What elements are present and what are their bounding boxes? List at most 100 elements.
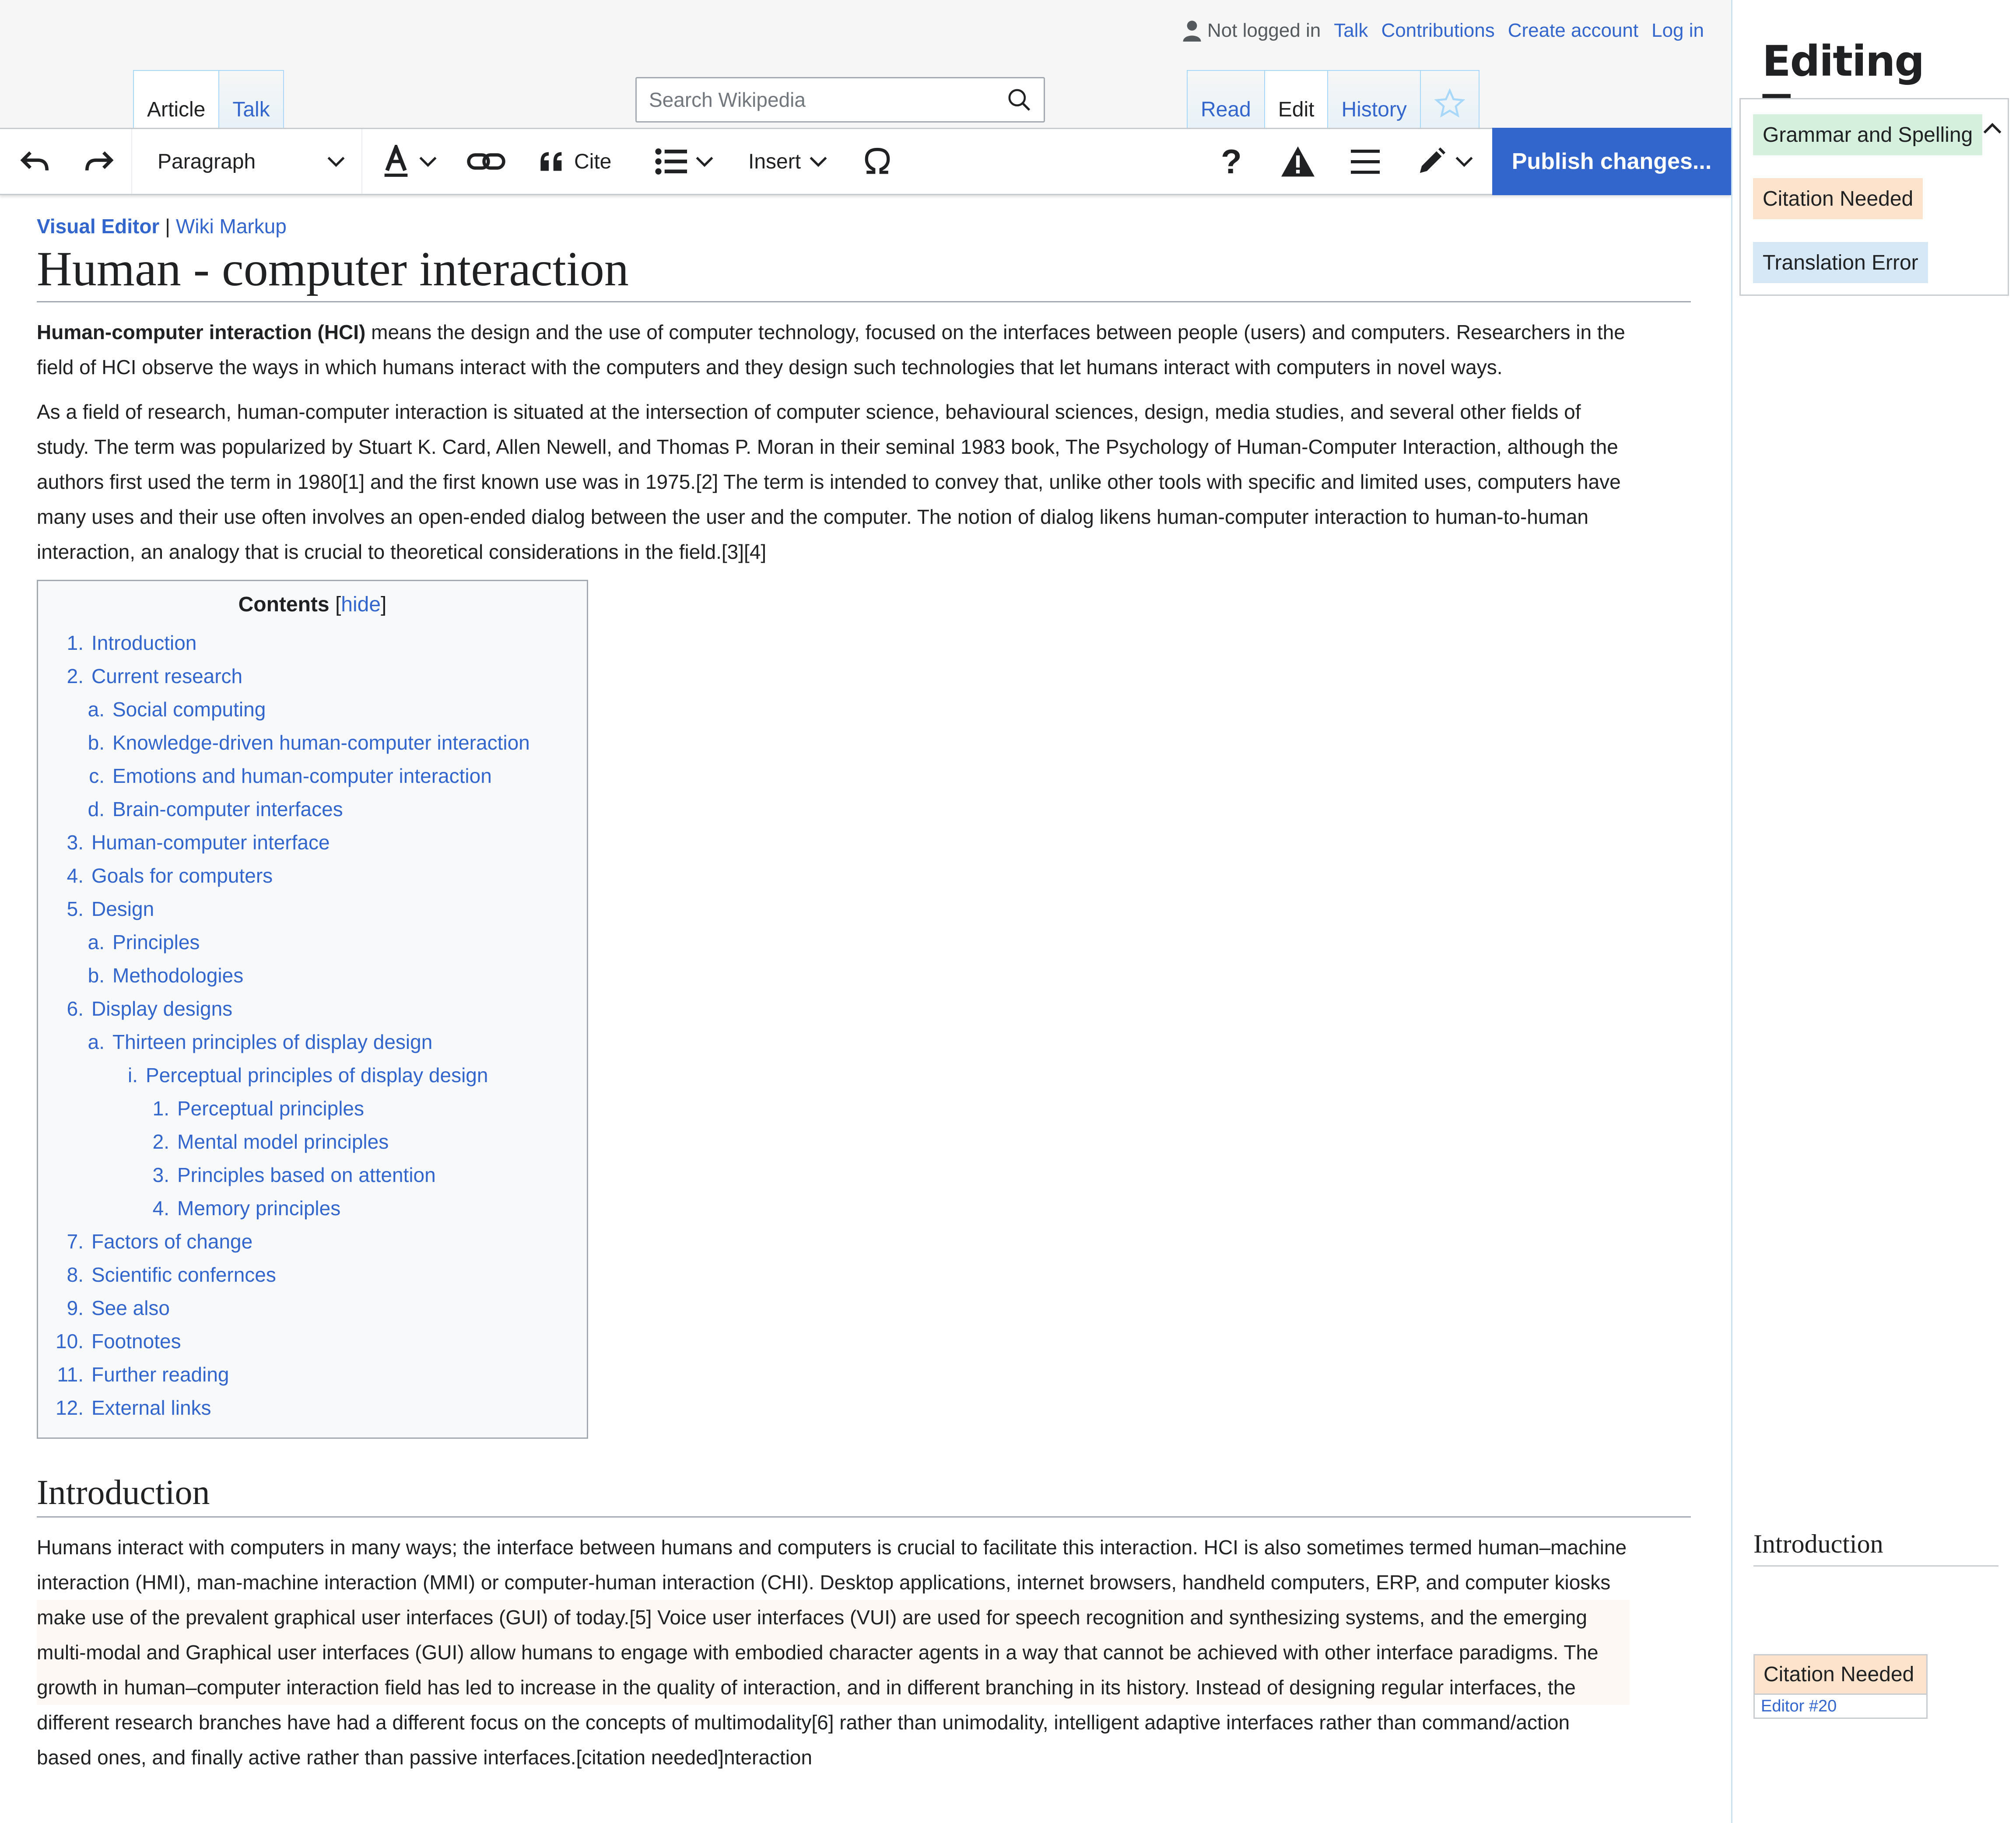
- toc-item[interactable]: 2. Current research: [47, 659, 578, 693]
- toc-item[interactable]: 4. Goals for computers: [47, 859, 578, 892]
- toc-item-label: Perceptual principles: [177, 1097, 365, 1120]
- wiki-markup-link[interactable]: Wiki Markup: [176, 215, 287, 238]
- toc-item[interactable]: 7. Factors of change: [47, 1225, 578, 1258]
- toc-item[interactable]: 8. Scientific confernces: [47, 1258, 578, 1291]
- tag-citation-needed[interactable]: Citation Needed: [1753, 178, 1923, 219]
- toc-item[interactable]: a. Principles: [47, 926, 578, 959]
- search-icon[interactable]: [1007, 88, 1031, 112]
- section-heading-introduction[interactable]: Introduction: [37, 1473, 1691, 1518]
- redo-button[interactable]: [83, 129, 114, 194]
- cite-button[interactable]: Cite: [538, 129, 611, 194]
- toc-header: Contents [hide]: [47, 592, 578, 617]
- lead-paragraph-1[interactable]: Human-computer interaction (HCI) means t…: [37, 315, 1630, 385]
- toc-item[interactable]: 4. Memory principles: [47, 1192, 578, 1225]
- tag-annotation-card[interactable]: Citation Needed Editor #20: [1753, 1654, 1928, 1719]
- toc-item-label: Current research: [91, 665, 243, 688]
- toc-item-label: Methodologies: [112, 964, 244, 987]
- toc-item[interactable]: c. Emotions and human-computer interactio…: [47, 759, 578, 792]
- help-button[interactable]: ?: [1221, 129, 1242, 194]
- toc-item-number: 12.: [56, 1396, 84, 1420]
- user-status: Not logged in: [1182, 20, 1321, 42]
- toc-item[interactable]: 3. Principles based on attention: [47, 1158, 578, 1192]
- toc-item[interactable]: 11. Further reading: [47, 1358, 578, 1391]
- toc-item[interactable]: 1. Perceptual principles: [47, 1092, 578, 1125]
- editor-mode-switch: Visual Editor | Wiki Markup: [37, 214, 1691, 238]
- toc-hide-toggle[interactable]: hide: [341, 593, 381, 616]
- toc-item[interactable]: b. Methodologies: [47, 959, 578, 992]
- toc-item[interactable]: i. Perceptual principles of display desig…: [47, 1059, 578, 1092]
- toc-item[interactable]: 3. Human-computer interface: [47, 826, 578, 859]
- toc-bracket-open: [: [335, 593, 341, 617]
- toc-item-label: Thirteen principles of display design: [112, 1031, 433, 1054]
- link-icon: [467, 153, 505, 170]
- talk-link[interactable]: Talk: [1334, 20, 1368, 42]
- toc-item[interactable]: 5. Design: [47, 892, 578, 926]
- toc-item[interactable]: a. Social computing: [47, 693, 578, 726]
- toc-item[interactable]: 9. See also: [47, 1291, 578, 1325]
- toc-item[interactable]: b. Knowledge-driven human-computer intera…: [47, 726, 578, 759]
- toc-item[interactable]: 10. Footnotes: [47, 1325, 578, 1358]
- toc-item[interactable]: 2. Mental model principles: [47, 1125, 578, 1158]
- tab-article[interactable]: Article: [134, 71, 219, 128]
- lead-paragraph-2[interactable]: As a field of research, human-computer i…: [37, 394, 1630, 569]
- redo-icon: [85, 151, 114, 171]
- toc-item-number: d.: [88, 798, 105, 821]
- toc-item[interactable]: d. Brain-computer interfaces: [47, 792, 578, 826]
- tab-edit[interactable]: Edit: [1264, 71, 1328, 128]
- log-in-link[interactable]: Log in: [1651, 20, 1704, 42]
- tag-grammar-and-spelling[interactable]: Grammar and Spelling: [1753, 114, 1983, 155]
- visual-editor-link[interactable]: Visual Editor: [37, 215, 159, 238]
- list-dropdown[interactable]: [655, 129, 714, 194]
- contributions-link[interactable]: Contributions: [1381, 20, 1494, 42]
- notices-button[interactable]: [1280, 129, 1316, 194]
- toc-item-label: Perceptual principles of display design: [146, 1064, 488, 1087]
- namespace-tabs: Article Talk: [133, 70, 284, 128]
- toc-item-number: 4.: [152, 1197, 169, 1220]
- chevron-down-icon: [327, 157, 345, 167]
- page-title[interactable]: Human - computer interaction: [37, 240, 1691, 303]
- search-input[interactable]: Search Wikipedia: [635, 77, 1045, 123]
- toc-item-label: See also: [91, 1297, 170, 1320]
- table-of-contents: Contents [hide] 1. Introduction 2. Current …: [37, 580, 588, 1439]
- chevron-up-icon[interactable]: [1982, 122, 2002, 135]
- tab-read[interactable]: Read: [1188, 71, 1264, 128]
- editing-tags-sidebar: Editing Tags Grammar and Spelling Citati…: [1731, 0, 2016, 1823]
- link-button[interactable]: [466, 129, 506, 194]
- toc-title: Contents: [238, 593, 330, 617]
- page-options-button[interactable]: [1349, 129, 1382, 194]
- create-account-link[interactable]: Create account: [1508, 20, 1638, 42]
- sidebar-section-introduction: Introduction: [1753, 1529, 1998, 1567]
- toc-item-label: Goals for computers: [91, 864, 273, 887]
- tab-talk[interactable]: Talk: [218, 71, 283, 128]
- toc-item[interactable]: 6. Display designs: [47, 992, 578, 1025]
- toc-item-label: Further reading: [91, 1363, 229, 1386]
- text-style-dropdown[interactable]: [382, 129, 438, 194]
- toc-item-number: 2.: [67, 665, 84, 688]
- toc-item-label: Knowledge-driven human-computer interact…: [112, 731, 530, 754]
- toc-item-number: a.: [88, 931, 105, 954]
- insert-dropdown[interactable]: Insert: [748, 129, 828, 194]
- tag-translation-error[interactable]: Translation Error: [1753, 242, 1928, 283]
- warning-icon: [1281, 146, 1315, 177]
- annotation-editor-link[interactable]: Editor #20: [1755, 1695, 1926, 1718]
- toc-item[interactable]: a. Thirteen principles of display design: [47, 1025, 578, 1059]
- paragraph-format-dropdown[interactable]: Paragraph: [158, 129, 346, 194]
- paragraph-format-label: Paragraph: [158, 150, 256, 173]
- publish-changes-button[interactable]: Publish changes...: [1492, 128, 1731, 195]
- tab-history[interactable]: History: [1327, 71, 1420, 128]
- toc-item-number: 5.: [67, 897, 84, 921]
- edit-mode-dropdown[interactable]: [1416, 129, 1474, 194]
- undo-button[interactable]: [20, 129, 51, 194]
- introduction-paragraph[interactable]: Humans interact with computers in many w…: [37, 1530, 1630, 1775]
- toc-item-number: a.: [88, 1031, 105, 1054]
- special-character-button[interactable]: [863, 129, 892, 194]
- toc-item-number: 11.: [57, 1363, 84, 1386]
- watch-star-button[interactable]: [1420, 71, 1479, 128]
- omega-icon: [865, 147, 890, 174]
- toc-item-number: 8.: [67, 1263, 84, 1287]
- toc-item[interactable]: 1. Introduction: [47, 626, 578, 659]
- toc-item[interactable]: 12. External links: [47, 1391, 578, 1424]
- chevron-down-icon: [696, 157, 713, 167]
- toc-item-label: Introduction: [91, 631, 197, 655]
- chevron-down-icon: [419, 157, 437, 167]
